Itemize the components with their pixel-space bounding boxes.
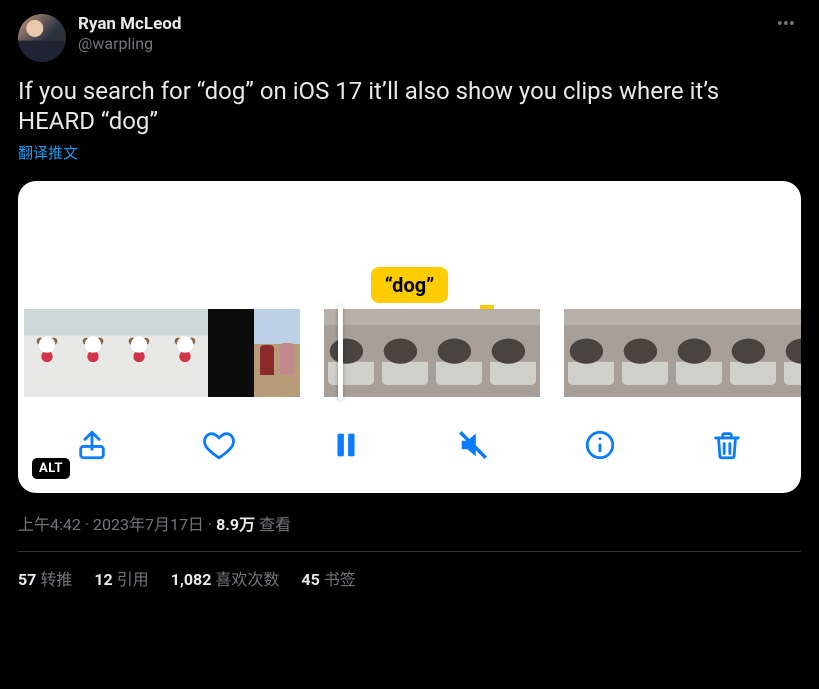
info-button[interactable] xyxy=(579,424,621,466)
video-frame xyxy=(618,309,672,397)
video-frame xyxy=(726,309,780,397)
author-names: Ryan McLeod @warpling xyxy=(78,14,181,54)
info-icon xyxy=(583,428,617,462)
views-count: 8.9万 xyxy=(216,515,255,534)
avatar[interactable] xyxy=(18,14,66,62)
alt-badge[interactable]: ALT xyxy=(32,458,70,479)
retweets-stat[interactable]: 57转推 xyxy=(18,566,72,590)
video-frame xyxy=(254,309,300,397)
delete-button[interactable] xyxy=(706,424,748,466)
video-frame xyxy=(378,309,432,397)
speaker-muted-icon xyxy=(456,428,490,462)
mute-button[interactable] xyxy=(452,424,494,466)
clip-group[interactable] xyxy=(24,309,300,397)
video-frame xyxy=(208,309,254,397)
tweet-stats: 57转推 12引用 1,082喜欢次数 45书签 xyxy=(18,566,801,590)
quotes-stat[interactable]: 12引用 xyxy=(94,566,148,590)
video-frame xyxy=(780,309,801,397)
video-frame xyxy=(162,309,208,397)
like-button[interactable] xyxy=(198,424,240,466)
display-name[interactable]: Ryan McLeod xyxy=(78,14,181,34)
share-button[interactable] xyxy=(71,424,113,466)
tooltip-area: “dog” xyxy=(18,181,801,309)
bookmarks-stat[interactable]: 45书签 xyxy=(301,566,355,590)
heart-icon xyxy=(202,428,236,462)
video-scrubber[interactable] xyxy=(18,309,801,397)
media-toolbar xyxy=(18,397,801,493)
ellipsis-icon: ••• xyxy=(777,14,795,35)
video-frame xyxy=(24,309,70,397)
tweet-time[interactable]: 上午4:42 xyxy=(18,515,81,534)
translate-link[interactable]: 翻译推文 xyxy=(18,142,78,163)
playhead[interactable] xyxy=(338,306,343,400)
tweet-date[interactable]: 2023年7月17日 xyxy=(93,515,204,534)
tweet-header: Ryan McLeod @warpling ••• xyxy=(18,14,801,62)
more-button[interactable]: ••• xyxy=(771,14,801,36)
likes-stat[interactable]: 1,082喜欢次数 xyxy=(171,566,280,590)
handle[interactable]: @warpling xyxy=(78,34,181,54)
clip-group[interactable] xyxy=(564,309,801,397)
tweet-text: If you search for “dog” on iOS 17 it’ll … xyxy=(18,76,801,136)
trash-icon xyxy=(710,428,744,462)
views-label: 查看 xyxy=(255,515,291,534)
tweet-meta: 上午4:42 · 2023年7月17日 · 8.9万 查看 xyxy=(18,511,801,535)
video-frame xyxy=(564,309,618,397)
video-frame xyxy=(672,309,726,397)
video-frame xyxy=(324,309,378,397)
share-icon xyxy=(75,428,109,462)
divider xyxy=(18,551,801,552)
media-card[interactable]: “dog” xyxy=(18,181,801,493)
video-frame xyxy=(70,309,116,397)
clip-group[interactable] xyxy=(324,309,540,397)
video-frame xyxy=(116,309,162,397)
pause-button[interactable] xyxy=(325,424,367,466)
pause-icon xyxy=(329,428,363,462)
video-frame xyxy=(486,309,540,397)
author-block[interactable]: Ryan McLeod @warpling xyxy=(18,14,181,62)
search-term-tooltip: “dog” xyxy=(371,267,449,303)
video-frame xyxy=(432,309,486,397)
tweet-container: Ryan McLeod @warpling ••• If you search … xyxy=(0,0,819,590)
